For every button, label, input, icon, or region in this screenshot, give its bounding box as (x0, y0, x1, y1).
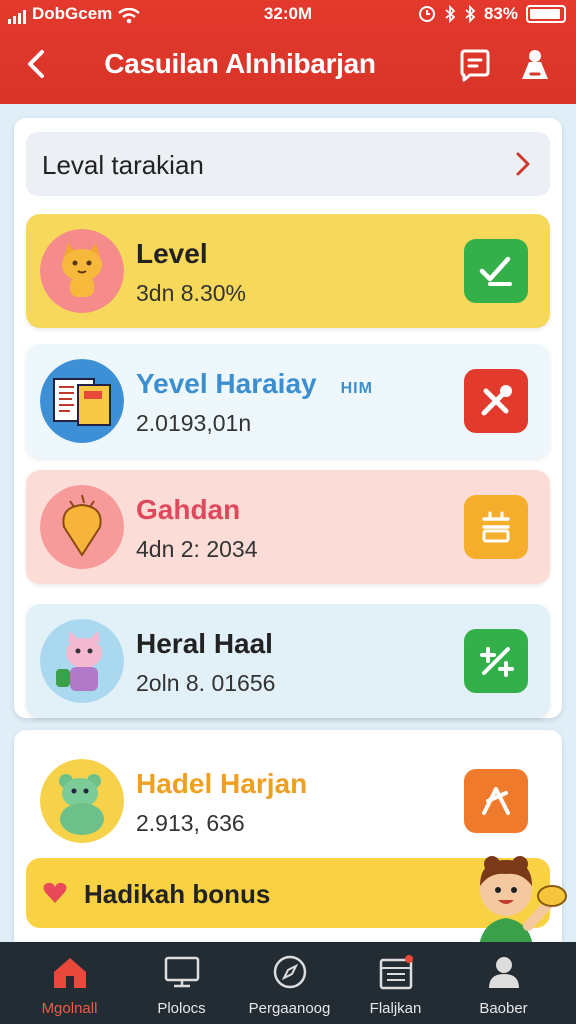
plus-minus-icon (480, 647, 514, 677)
level-card[interactable]: Heral Haal 2oln 8. 01656 (26, 604, 550, 718)
status-bar: DobGcem 32:0M 83% (0, 0, 576, 28)
tools-icon (481, 385, 512, 416)
card-title: Gahdan (136, 494, 241, 525)
bonus-label: Hadikah bonus (84, 879, 271, 909)
calendar-icon (482, 511, 510, 543)
monitor-icon (164, 956, 200, 988)
check-action-button[interactable] (464, 239, 528, 303)
level-card[interactable]: Yevel Haraiay HIM 2.0193,01n (26, 344, 550, 458)
tab-label: Flaljkan (369, 1000, 422, 1017)
pig-character-avatar-icon (40, 619, 124, 703)
battery-percent: 83% (483, 4, 518, 23)
heart-icon (43, 882, 67, 903)
card-subtitle: 3dn 8.30% (136, 280, 246, 306)
card-subtitle: 2oln 8. 01656 (136, 670, 276, 696)
tab-label: Pergaanoog (248, 1000, 331, 1017)
chevron-right-icon (516, 152, 530, 176)
card-title: Hadel Harjan (136, 768, 308, 799)
level-selector-label: Leval tarakian (42, 150, 204, 180)
card-title: Heral Haal (136, 628, 273, 659)
bear-avatar-icon (40, 759, 124, 843)
page-title: Casuilan Alnhibarjan (104, 48, 376, 79)
tab-label: Plolocs (157, 1000, 206, 1017)
document-avatar-icon (40, 359, 124, 443)
tools-action-button[interactable] (464, 369, 528, 433)
bottom-tab-bar: Mgolnall Plolocs Pergaanoog Flaljkan Bao… (0, 942, 576, 1024)
tab-label: Baober (479, 1000, 528, 1017)
tab-profile[interactable]: Baober (446, 942, 561, 1024)
alarm-icon (418, 6, 435, 22)
tab-calendar[interactable]: Flaljkan (338, 942, 453, 1024)
battery-icon (526, 5, 566, 23)
back-arrow-icon[interactable] (20, 44, 56, 84)
location-pin-avatar-icon (40, 485, 124, 569)
chat-edit-icon[interactable] (456, 46, 494, 84)
card-title: Level (136, 238, 208, 269)
level-card[interactable]: Level 3dn 8.30% (26, 214, 550, 328)
card-title: Yevel Haraiay HIM (136, 368, 373, 399)
person-icon (489, 957, 519, 988)
calendar-icon (379, 955, 413, 990)
level-selector-row[interactable]: Leval tarakian (26, 132, 550, 196)
card-subtitle: 2.0193,01n (136, 410, 252, 436)
bluetooth-icon (445, 5, 456, 23)
tab-monitor[interactable]: Plolocs (124, 942, 239, 1024)
home-icon (54, 958, 86, 988)
tab-explore[interactable]: Pergaanoog (232, 942, 347, 1024)
app-header: DobGcem 32:0M 83% Casuilan Alnhibarjan (0, 0, 576, 104)
plus-minus-action-button[interactable] (464, 629, 528, 693)
tab-home[interactable]: Mgolnall (12, 942, 127, 1024)
check-edit-icon (479, 256, 512, 286)
status-right-group: 83% (418, 4, 566, 24)
profile-flask-icon[interactable] (516, 46, 554, 84)
tab-label: Mgolnall (41, 1000, 98, 1017)
level-card[interactable]: Gahdan 4dn 2: 2034 (26, 470, 550, 584)
calendar-action-button[interactable] (464, 495, 528, 559)
card-subtitle: 4dn 2: 2034 (136, 536, 258, 562)
level-card[interactable]: Hadel Harjan 2.913, 636 (26, 744, 550, 858)
map-action-button[interactable] (464, 769, 528, 833)
bluetooth-icon-2 (465, 5, 476, 23)
cat-avatar-icon (40, 229, 124, 313)
map-route-icon (482, 787, 510, 815)
card-subtitle: 2.913, 636 (136, 810, 245, 836)
compass-icon (273, 955, 307, 989)
